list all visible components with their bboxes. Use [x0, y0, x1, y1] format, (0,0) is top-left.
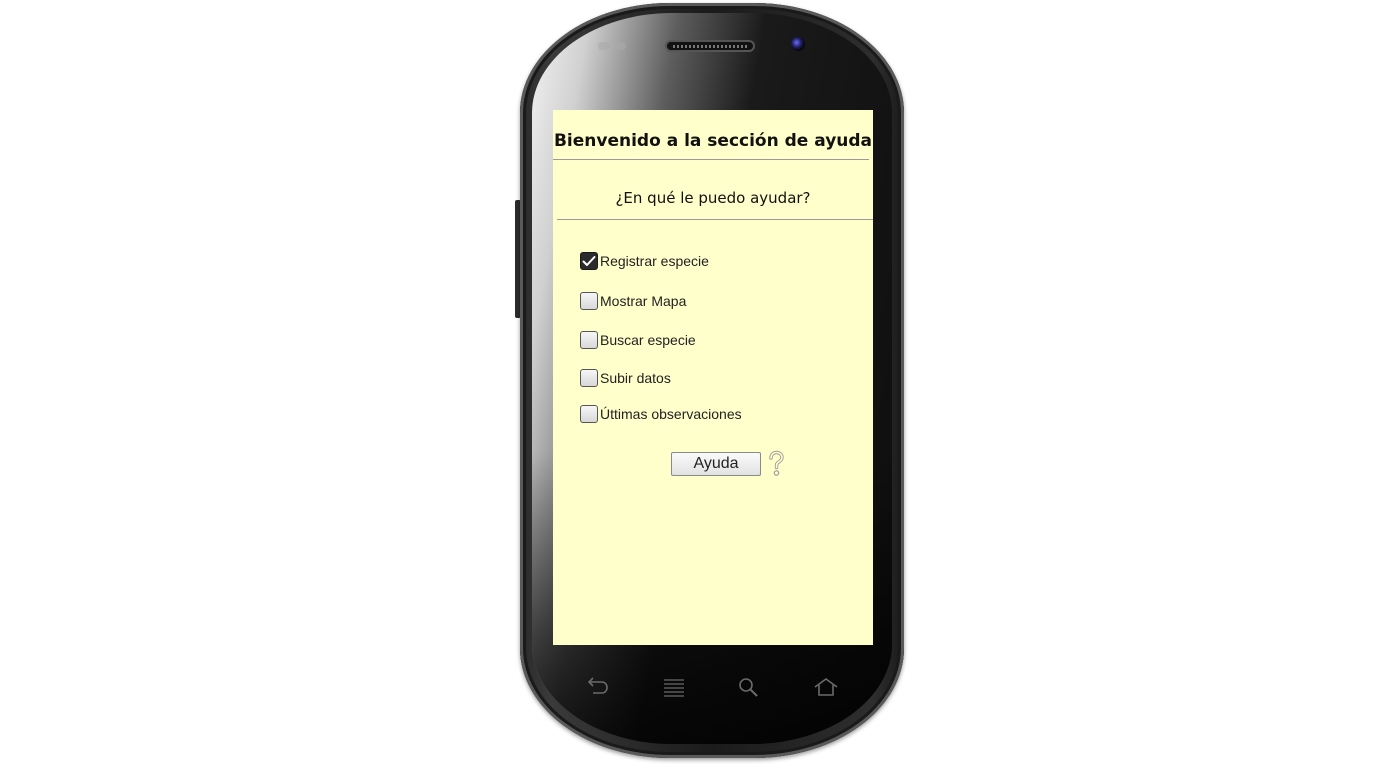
search-icon[interactable] [736, 676, 762, 698]
checkbox-subir-datos[interactable] [580, 369, 598, 387]
app-screen: Bienvenido a la sección de ayuda ¿En qué… [553, 110, 873, 645]
ayuda-button[interactable]: Ayuda [671, 452, 761, 476]
stage: Bienvenido a la sección de ayuda ¿En qué… [0, 0, 1375, 774]
title-divider [553, 159, 869, 160]
page-title: Bienvenido a la sección de ayuda [553, 131, 873, 151]
back-icon[interactable] [584, 676, 610, 698]
option-label: Subir datos [600, 370, 671, 386]
option-mostrar-mapa[interactable]: Mostrar Mapa [580, 291, 686, 311]
checkbox-registrar-especie[interactable] [580, 252, 598, 270]
phone-nav-bar [570, 672, 860, 702]
page-subtitle: ¿En qué le puedo ayudar? [615, 189, 811, 207]
subtitle-divider [557, 219, 873, 220]
option-buscar-especie[interactable]: Buscar especie [580, 330, 696, 350]
checkbox-ultimas-observaciones[interactable] [580, 405, 598, 423]
checkbox-mostrar-mapa[interactable] [580, 292, 598, 310]
option-registrar-especie[interactable]: Registrar especie [580, 251, 709, 271]
front-camera [791, 37, 805, 51]
option-label: Buscar especie [600, 332, 696, 348]
checkmark-icon [582, 256, 596, 266]
option-subir-datos[interactable]: Subir datos [580, 368, 671, 388]
menu-icon[interactable] [661, 676, 687, 698]
checkbox-buscar-especie[interactable] [580, 331, 598, 349]
option-ultimas-observaciones[interactable]: Úttimas observaciones [580, 404, 742, 424]
option-label: Mostrar Mapa [600, 293, 687, 309]
light-sensor [614, 42, 626, 50]
question-mark-icon[interactable] [765, 450, 787, 478]
phone-speaker [665, 40, 755, 52]
proximity-sensor [598, 42, 610, 50]
option-label: Úttimas observaciones [600, 406, 742, 422]
option-label: Registrar especie [600, 253, 709, 269]
home-icon[interactable] [813, 676, 839, 698]
